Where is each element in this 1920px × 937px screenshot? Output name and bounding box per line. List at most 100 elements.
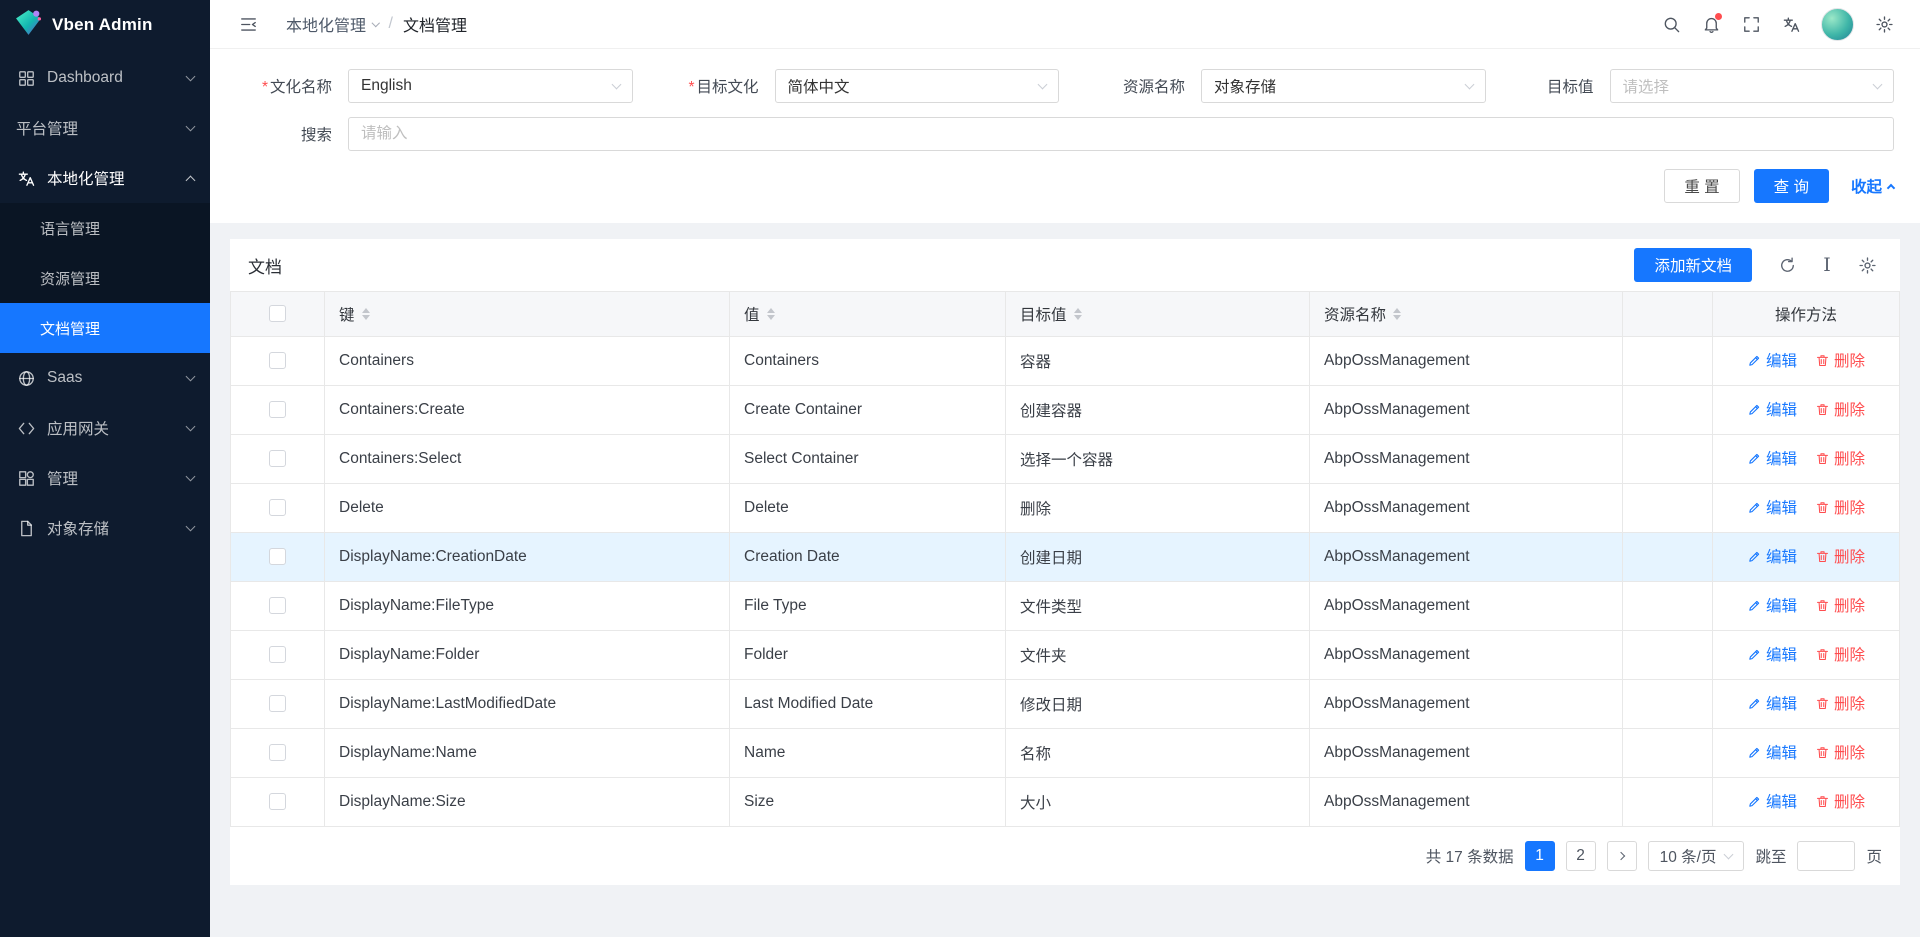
- sort-icon[interactable]: [767, 308, 775, 320]
- column-settings-icon[interactable]: [1852, 250, 1882, 280]
- page-size-select[interactable]: 10 条/页: [1648, 841, 1745, 871]
- sidebar-item-platform[interactable]: 平台管理: [0, 103, 210, 153]
- column-header-key[interactable]: 键: [339, 303, 355, 325]
- reset-button[interactable]: 重 置: [1664, 169, 1739, 203]
- trash-icon: [1815, 647, 1830, 662]
- edit-link[interactable]: 编辑: [1747, 643, 1797, 665]
- gateway-icon: [16, 418, 36, 438]
- resource-name-select[interactable]: 对象存储: [1201, 69, 1486, 103]
- target-culture-select[interactable]: 简体中文: [775, 69, 1060, 103]
- translate-icon[interactable]: [1773, 6, 1809, 42]
- sidebar-item-storage[interactable]: 对象存储: [0, 503, 210, 553]
- column-header-resource[interactable]: 资源名称: [1324, 303, 1386, 325]
- edit-link[interactable]: 编辑: [1747, 741, 1797, 763]
- edit-link[interactable]: 编辑: [1747, 692, 1797, 714]
- field-label-resource-name: 资源名称: [1075, 75, 1185, 97]
- cell-target-value: 大小: [1006, 778, 1310, 827]
- cell-key: Containers:Create: [325, 386, 730, 435]
- settings-icon[interactable]: [1866, 6, 1902, 42]
- row-checkbox[interactable]: [269, 548, 286, 565]
- sidebar-item-localization[interactable]: 本地化管理: [0, 153, 210, 203]
- cell-resource-name: AbpOssManagement: [1310, 337, 1623, 386]
- row-checkbox[interactable]: [269, 695, 286, 712]
- search-icon[interactable]: [1653, 6, 1689, 42]
- dashboard-icon: [16, 68, 36, 88]
- search-input[interactable]: [348, 117, 1894, 151]
- breadcrumb-item-parent[interactable]: 本地化管理: [286, 12, 379, 36]
- chevron-down-icon: [186, 122, 196, 132]
- row-checkbox[interactable]: [269, 450, 286, 467]
- chevron-right-icon: [1616, 852, 1624, 860]
- logo[interactable]: Vben Admin: [0, 0, 210, 49]
- delete-link[interactable]: 删除: [1815, 643, 1865, 665]
- page-button-1[interactable]: 1: [1525, 841, 1555, 871]
- trash-icon: [1815, 451, 1830, 466]
- row-checkbox[interactable]: [269, 744, 286, 761]
- sidebar-item-document[interactable]: 文档管理: [0, 303, 210, 353]
- collapse-toggle[interactable]: 收起: [1851, 175, 1894, 197]
- jump-page-input[interactable]: [1797, 841, 1855, 871]
- edit-link[interactable]: 编辑: [1747, 545, 1797, 567]
- chevron-down-icon: [1464, 80, 1474, 90]
- cell-key: DisplayName:Name: [325, 729, 730, 778]
- add-document-button[interactable]: 添加新文档: [1634, 248, 1752, 282]
- sidebar-item-gateway[interactable]: 应用网关: [0, 403, 210, 453]
- cell-value: Containers: [730, 337, 1006, 386]
- trash-icon: [1815, 353, 1830, 368]
- page-content: *文化名称 English *目标文化 简体中文 资源名称: [210, 49, 1920, 937]
- row-checkbox[interactable]: [269, 646, 286, 663]
- column-header-target[interactable]: 目标值: [1020, 303, 1067, 325]
- row-checkbox[interactable]: [269, 793, 286, 810]
- sidebar-item-management[interactable]: 管理: [0, 453, 210, 503]
- edit-link[interactable]: 编辑: [1747, 349, 1797, 371]
- sort-icon[interactable]: [1393, 308, 1401, 320]
- delete-link[interactable]: 删除: [1815, 447, 1865, 469]
- edit-link[interactable]: 编辑: [1747, 790, 1797, 812]
- edit-link[interactable]: 编辑: [1747, 447, 1797, 469]
- delete-link[interactable]: 删除: [1815, 349, 1865, 371]
- row-height-icon[interactable]: I: [1812, 250, 1842, 280]
- row-checkbox[interactable]: [269, 352, 286, 369]
- sort-icon[interactable]: [1074, 308, 1082, 320]
- filter-grid: *文化名称 English *目标文化 简体中文 资源名称: [236, 69, 1894, 151]
- breadcrumb-separator: /: [389, 15, 393, 33]
- query-button[interactable]: 查 询: [1754, 169, 1829, 203]
- next-page-button[interactable]: [1607, 841, 1637, 871]
- delete-link[interactable]: 删除: [1815, 398, 1865, 420]
- avatar[interactable]: [1821, 8, 1854, 41]
- row-checkbox[interactable]: [269, 597, 286, 614]
- delete-link[interactable]: 删除: [1815, 496, 1865, 518]
- row-checkbox[interactable]: [269, 499, 286, 516]
- column-header-value[interactable]: 值: [744, 303, 760, 325]
- delete-link[interactable]: 删除: [1815, 692, 1865, 714]
- field-label-target-value: 目标值: [1502, 75, 1594, 97]
- edit-link[interactable]: 编辑: [1747, 398, 1797, 420]
- edit-link[interactable]: 编辑: [1747, 594, 1797, 616]
- sidebar-item-language[interactable]: 语言管理: [0, 203, 210, 253]
- target-value-select[interactable]: 请选择: [1610, 69, 1895, 103]
- notification-icon[interactable]: [1693, 6, 1729, 42]
- select-all-checkbox[interactable]: [269, 305, 286, 322]
- cell-value: Size: [730, 778, 1006, 827]
- sort-icon[interactable]: [362, 308, 370, 320]
- cell-resource-name: AbpOssManagement: [1310, 631, 1623, 680]
- sidebar-item-saas[interactable]: Saas: [0, 353, 210, 403]
- pencil-icon: [1747, 647, 1762, 662]
- page-button-2[interactable]: 2: [1566, 841, 1596, 871]
- field-label-search: 搜索: [236, 123, 332, 145]
- fullscreen-icon[interactable]: [1733, 6, 1769, 42]
- table-row: DisplayName:LastModifiedDateLast Modifie…: [231, 680, 1900, 729]
- edit-link[interactable]: 编辑: [1747, 496, 1797, 518]
- cell-key: Containers: [325, 337, 730, 386]
- delete-link[interactable]: 删除: [1815, 790, 1865, 812]
- sidebar-item-resource[interactable]: 资源管理: [0, 253, 210, 303]
- field-label-culture-name: *文化名称: [236, 75, 332, 97]
- delete-link[interactable]: 删除: [1815, 545, 1865, 567]
- delete-link[interactable]: 删除: [1815, 741, 1865, 763]
- refresh-icon[interactable]: [1772, 250, 1802, 280]
- sidebar-item-dashboard[interactable]: Dashboard: [0, 53, 210, 103]
- row-checkbox[interactable]: [269, 401, 286, 418]
- delete-link[interactable]: 删除: [1815, 594, 1865, 616]
- menu-fold-icon[interactable]: [230, 6, 266, 42]
- culture-name-select[interactable]: English: [348, 69, 633, 103]
